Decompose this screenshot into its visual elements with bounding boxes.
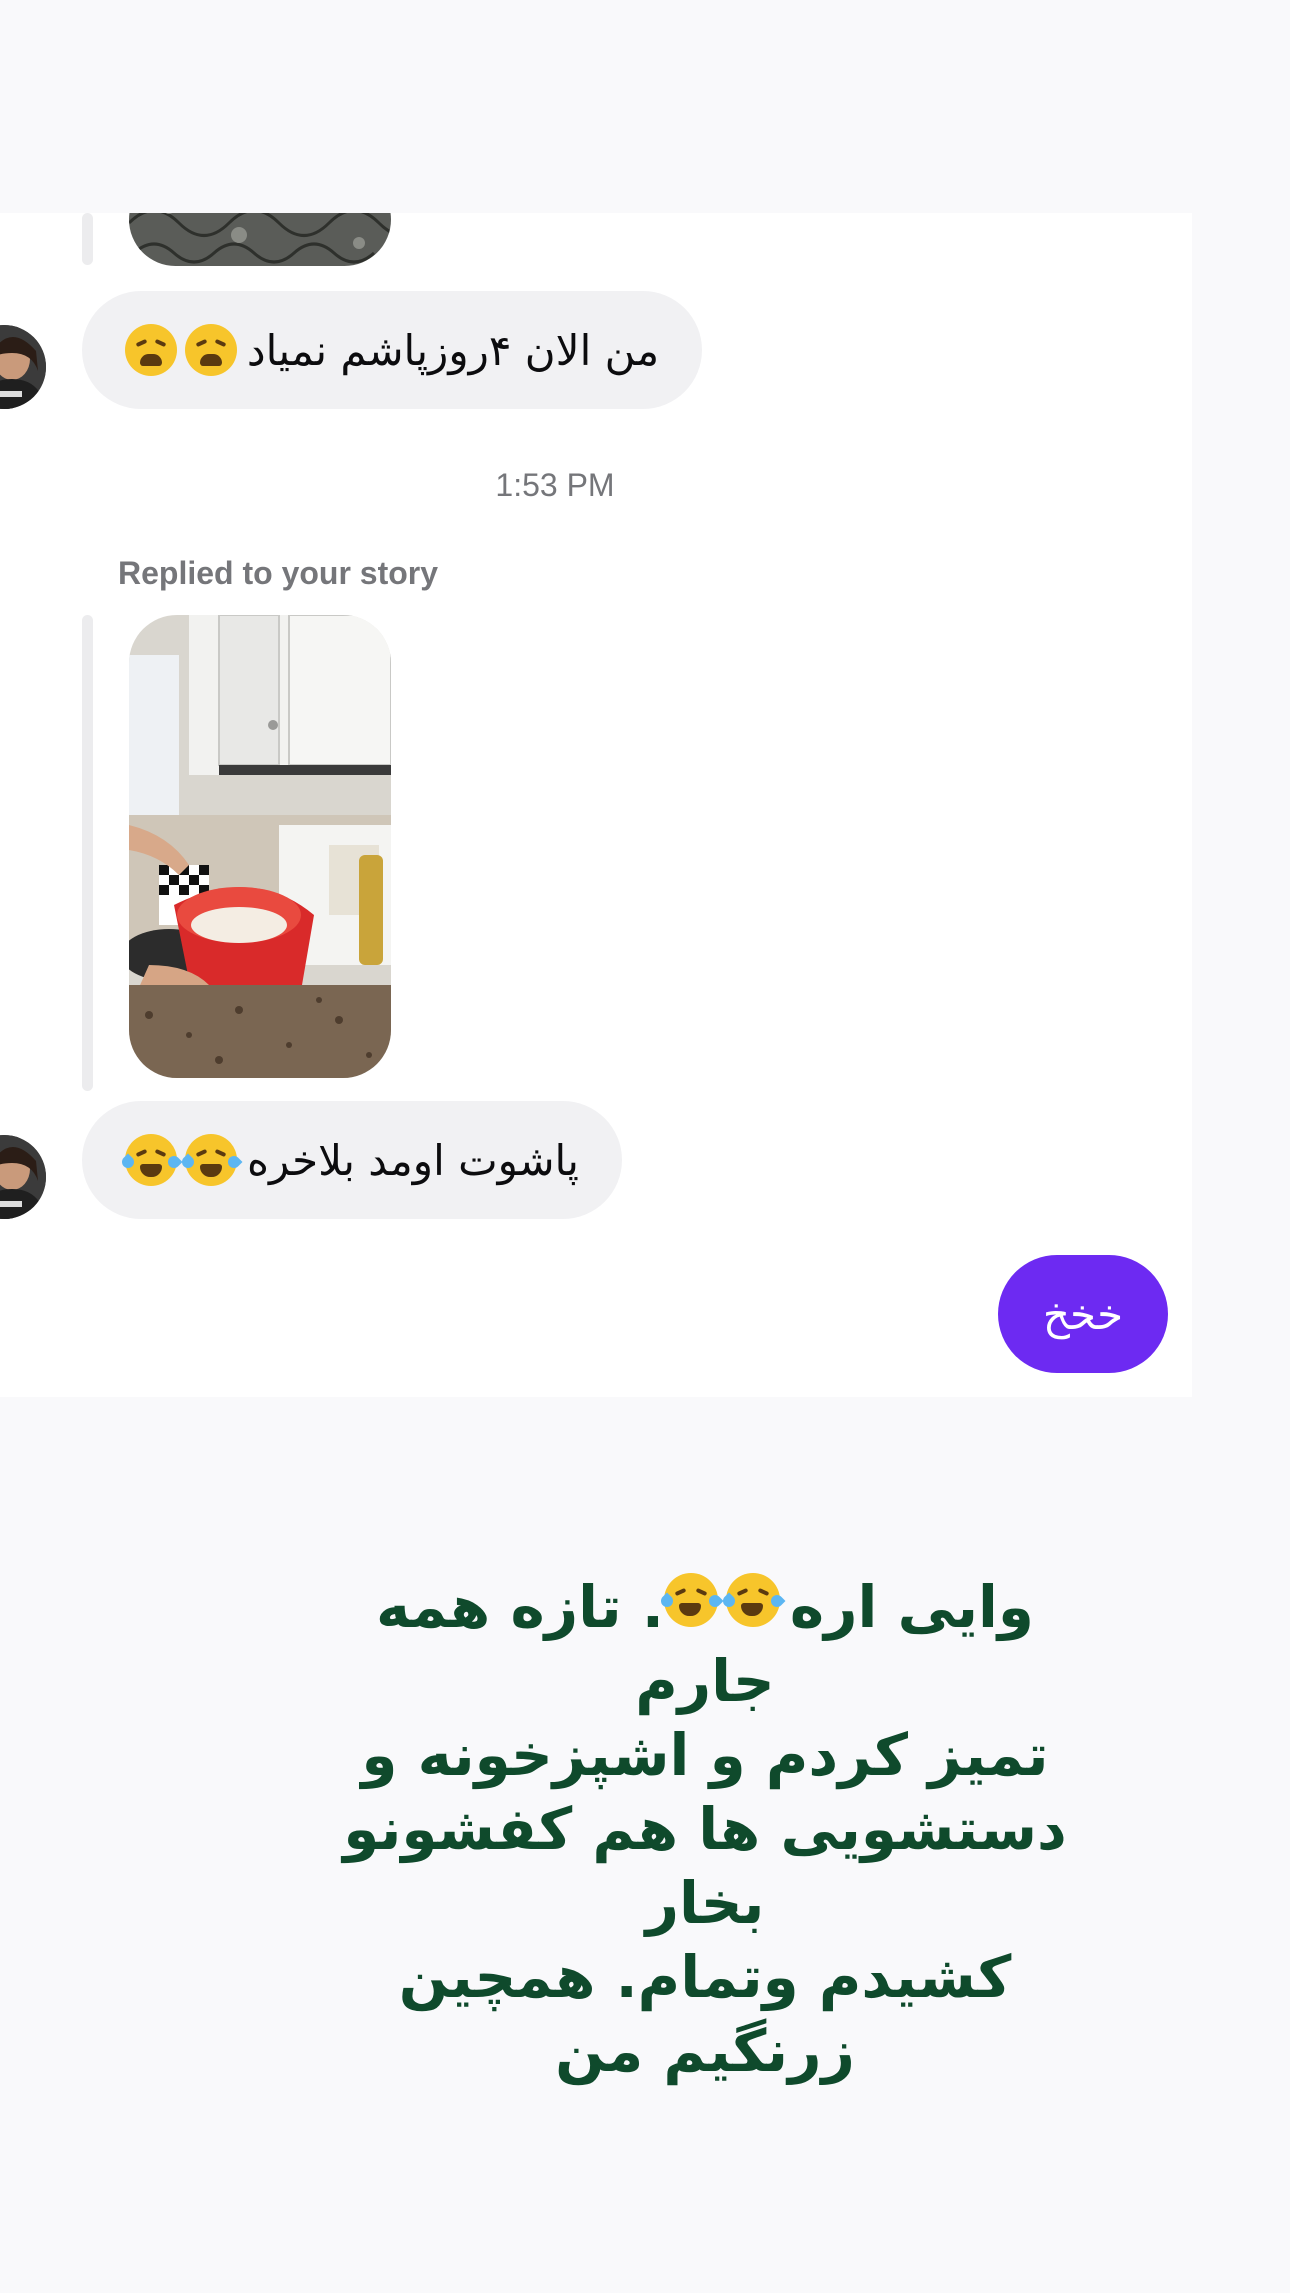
caption-line-2: تمیز کردم و اشپزخونه و — [361, 1721, 1049, 1789]
caption-text: وایی اره. تازه همه جارم تمیز کردم و اشپز… — [300, 1570, 1110, 2088]
caption-line-3: دستشویی ها هم کفشونو بخار — [343, 1795, 1067, 1937]
emoji-group — [658, 1573, 786, 1627]
sender-avatar[interactable] — [0, 1135, 46, 1219]
story-reply-bar — [82, 213, 93, 265]
weary-face-icon — [184, 324, 237, 376]
rolling-laughing-icon — [179, 1134, 243, 1186]
rolling-laughing-icon — [119, 1134, 183, 1186]
story-thumbnail-kitchen[interactable] — [129, 615, 391, 1078]
outgoing-message-bubble[interactable]: خخخ — [998, 1255, 1168, 1373]
weary-face-icon — [124, 324, 177, 376]
story-thumbnail-paisley[interactable] — [129, 213, 391, 266]
rolling-laughing-icon — [658, 1573, 724, 1627]
story-reply-bar — [82, 615, 93, 1091]
replied-to-story-label: Replied to your story — [118, 555, 439, 591]
incoming-message-bubble[interactable]: من الان ۴روزپاشم نمیاد — [82, 291, 702, 409]
rolling-laughing-icon — [720, 1573, 786, 1627]
caption-line-1: وایی اره. تازه همه جارم — [376, 1573, 1034, 1715]
emoji-group — [119, 1134, 243, 1186]
message-text: من الان ۴روزپاشم نمیاد — [246, 325, 660, 375]
caption-line-4: کشیدم وتمام. همچین زرنگیم من — [398, 1943, 1012, 2085]
incoming-message-bubble[interactable]: پاشوت اومد بلاخره — [82, 1101, 622, 1219]
screen: من الان ۴روزپاشم نمیاد 1:53 PM Replied t… — [0, 0, 1290, 2293]
chat-screenshot: من الان ۴روزپاشم نمیاد 1:53 PM Replied t… — [0, 213, 1192, 1397]
sender-avatar[interactable] — [0, 325, 46, 409]
message-timestamp: 1:53 PM — [495, 467, 615, 503]
message-text: پاشوت اومد بلاخره — [247, 1135, 580, 1185]
emoji-group — [124, 324, 237, 376]
